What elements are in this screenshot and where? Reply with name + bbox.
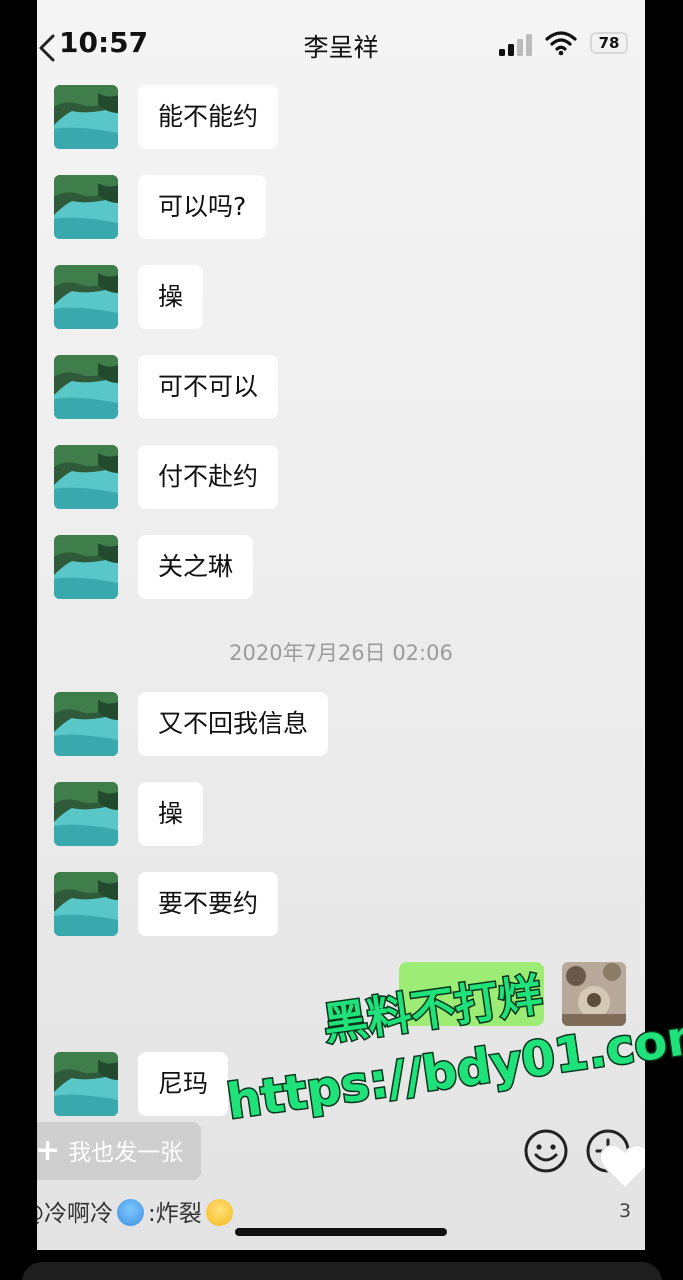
comment-user[interactable]: @冷啊冷 bbox=[37, 1201, 113, 1227]
home-indicator[interactable] bbox=[235, 1228, 447, 1236]
avatar[interactable] bbox=[54, 265, 118, 329]
message-bubble[interactable]: 操 bbox=[138, 265, 204, 329]
message-bubble[interactable]: 可以吗? bbox=[138, 175, 267, 239]
sent-message-bubble[interactable] bbox=[399, 962, 544, 1026]
avatar[interactable] bbox=[54, 85, 118, 149]
avatar[interactable] bbox=[54, 355, 118, 419]
heart-icon[interactable] bbox=[599, 1142, 645, 1190]
avatar[interactable] bbox=[54, 535, 118, 599]
battery-indicator: 78 bbox=[590, 32, 628, 54]
message-bubble[interactable]: 操 bbox=[138, 782, 204, 846]
post-button-label: 我也发一张 bbox=[68, 1140, 184, 1166]
avatar[interactable] bbox=[54, 692, 118, 756]
signal-icon bbox=[499, 34, 532, 56]
message-bubble[interactable]: 要不要约 bbox=[138, 872, 279, 936]
sent-message-row bbox=[399, 962, 629, 1026]
message-bubble[interactable]: 能不能约 bbox=[138, 85, 279, 149]
wifi-icon bbox=[545, 31, 577, 56]
bottom-sheet bbox=[22, 1262, 662, 1280]
message-bubble[interactable]: 关之琳 bbox=[138, 535, 254, 599]
cold-face-emoji-icon bbox=[117, 1199, 144, 1226]
comment-text: :炸裂 bbox=[148, 1201, 202, 1227]
like-count: 3 bbox=[619, 1200, 632, 1222]
avatar[interactable] bbox=[54, 445, 118, 509]
avatar[interactable] bbox=[54, 782, 118, 846]
chat-timestamp: 2020年7月26日 02:06 bbox=[229, 641, 453, 665]
plus-icon: + bbox=[37, 1133, 61, 1168]
post-image-button[interactable]: + 我也发一张 bbox=[37, 1122, 201, 1180]
avatar[interactable] bbox=[54, 175, 118, 239]
status-bar: 10:57 李呈祥 78 bbox=[37, 0, 645, 86]
avatar[interactable] bbox=[54, 1052, 118, 1116]
message-bubble[interactable]: 付不赴约 bbox=[138, 445, 279, 509]
pleading-face-emoji-icon bbox=[205, 1199, 233, 1226]
message-bubble[interactable]: 又不回我信息 bbox=[138, 692, 329, 756]
chat-screen: 10:57 李呈祥 78 能不能约 可以吗? 操 可不可以 付不赴约 关之琳 2… bbox=[37, 0, 645, 1250]
emoji-icon[interactable] bbox=[523, 1128, 569, 1174]
post-overlay: + 我也发一张 3 @冷啊冷 :炸裂 bbox=[37, 1108, 645, 1250]
avatar[interactable] bbox=[54, 872, 118, 936]
message-bubble[interactable]: 可不可以 bbox=[138, 355, 279, 419]
comment-preview[interactable]: @冷啊冷 :炸裂 bbox=[37, 1194, 237, 1228]
message-bubble[interactable]: 尼玛 bbox=[138, 1052, 229, 1116]
self-avatar[interactable] bbox=[562, 962, 626, 1026]
screen: 10:57 李呈祥 78 能不能约 可以吗? 操 可不可以 付不赴约 关之琳 2… bbox=[0, 0, 683, 1280]
